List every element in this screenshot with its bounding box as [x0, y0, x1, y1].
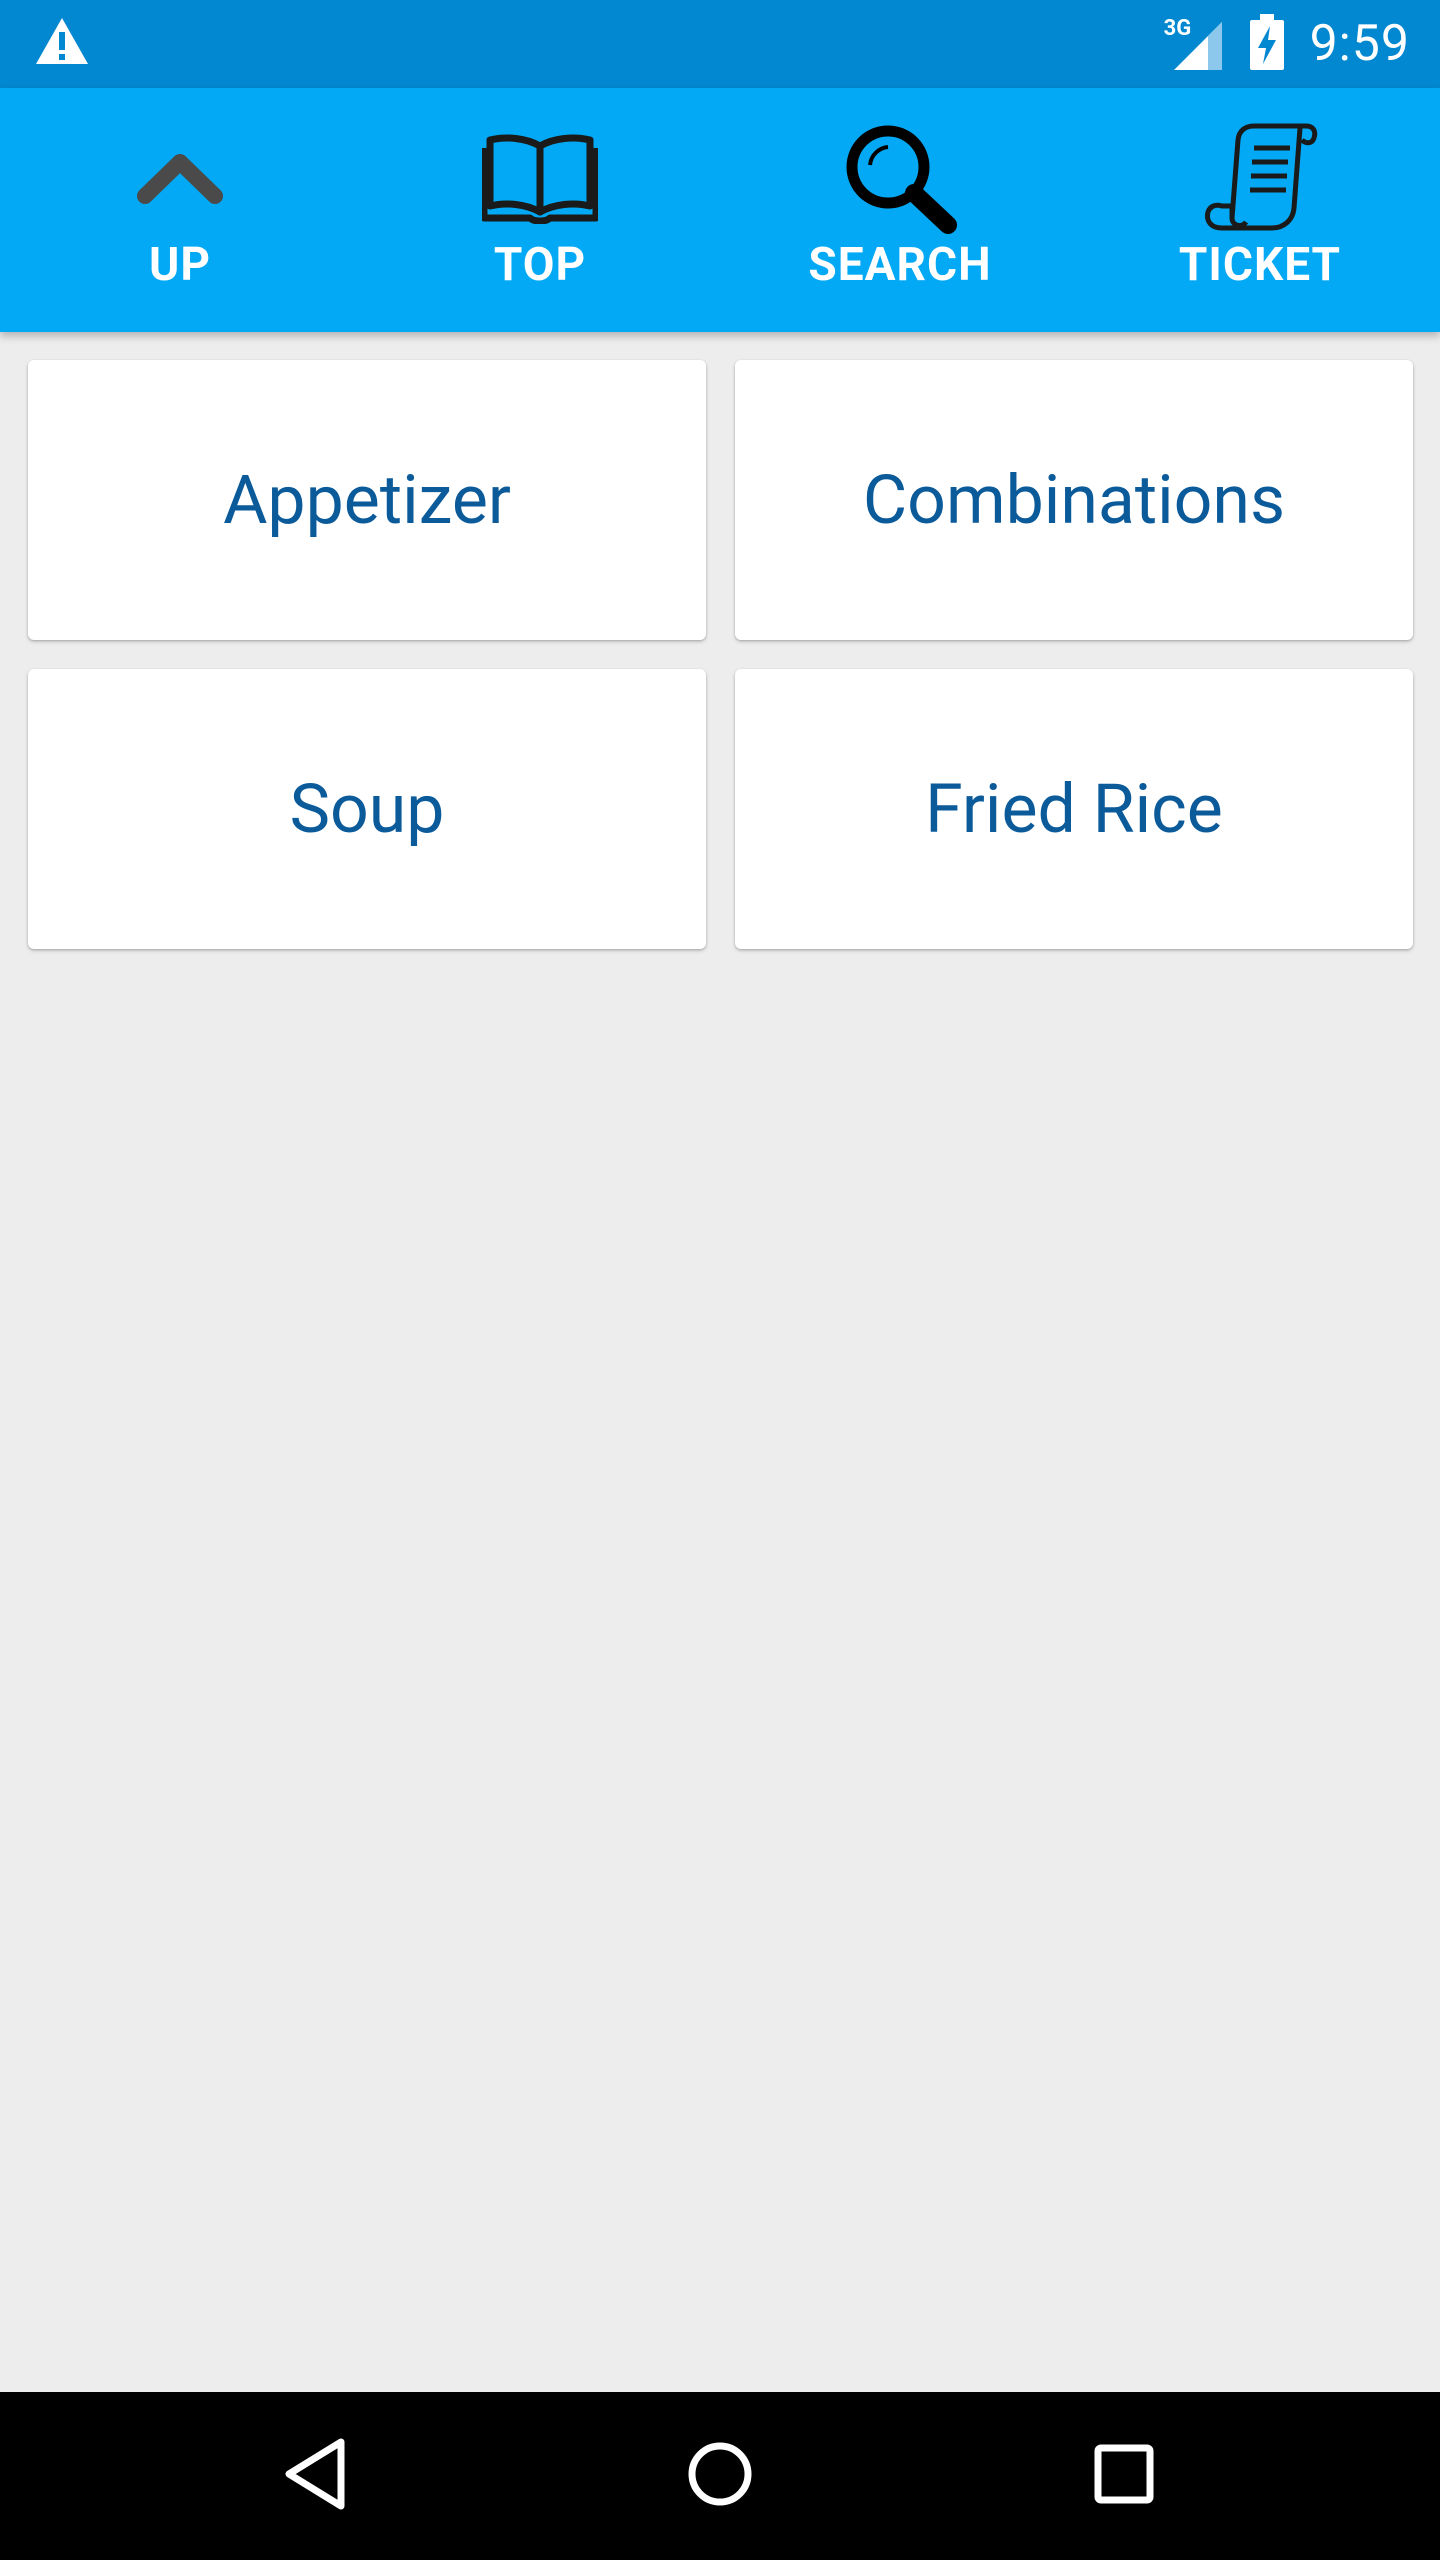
search-icon — [830, 118, 970, 238]
top-label: TOP — [493, 238, 587, 292]
back-icon — [281, 2436, 351, 2516]
receipt-icon — [1190, 118, 1330, 238]
category-card-appetizer[interactable]: Appetizer — [28, 360, 706, 640]
battery-charging-icon — [1249, 14, 1284, 74]
recents-icon — [1092, 2442, 1156, 2510]
up-button[interactable]: UP — [0, 88, 360, 332]
signal-icon: 3G — [1164, 16, 1224, 72]
ticket-button[interactable]: TICKET — [1080, 88, 1440, 332]
recents-button[interactable] — [1080, 2432, 1168, 2520]
ticket-label: TICKET — [1178, 238, 1342, 292]
status-bar: 3G 9:59 — [0, 0, 1440, 88]
search-label: SEARCH — [808, 238, 992, 292]
book-icon — [470, 118, 610, 238]
top-button[interactable]: TOP — [360, 88, 720, 332]
category-grid: Appetizer Combinations Soup Fried Rice — [28, 360, 1413, 949]
toolbar: UP TOP SEARCH TICKET — [0, 88, 1440, 332]
category-label: Fried Rice — [925, 769, 1223, 849]
home-icon — [685, 2439, 755, 2513]
search-button[interactable]: SEARCH — [720, 88, 1080, 332]
status-time: 9:59 — [1309, 15, 1410, 73]
category-label: Appetizer — [223, 460, 511, 540]
home-button[interactable] — [676, 2432, 764, 2520]
navigation-bar — [0, 2392, 1440, 2560]
warning-icon — [34, 16, 90, 72]
category-card-soup[interactable]: Soup — [28, 669, 706, 949]
category-label: Soup — [289, 769, 445, 849]
category-card-combinations[interactable]: Combinations — [735, 360, 1413, 640]
category-label: Combinations — [862, 460, 1286, 540]
chevron-up-icon — [110, 118, 250, 238]
back-button[interactable] — [272, 2432, 360, 2520]
up-label: UP — [149, 238, 211, 292]
category-card-fried-rice[interactable]: Fried Rice — [735, 669, 1413, 949]
